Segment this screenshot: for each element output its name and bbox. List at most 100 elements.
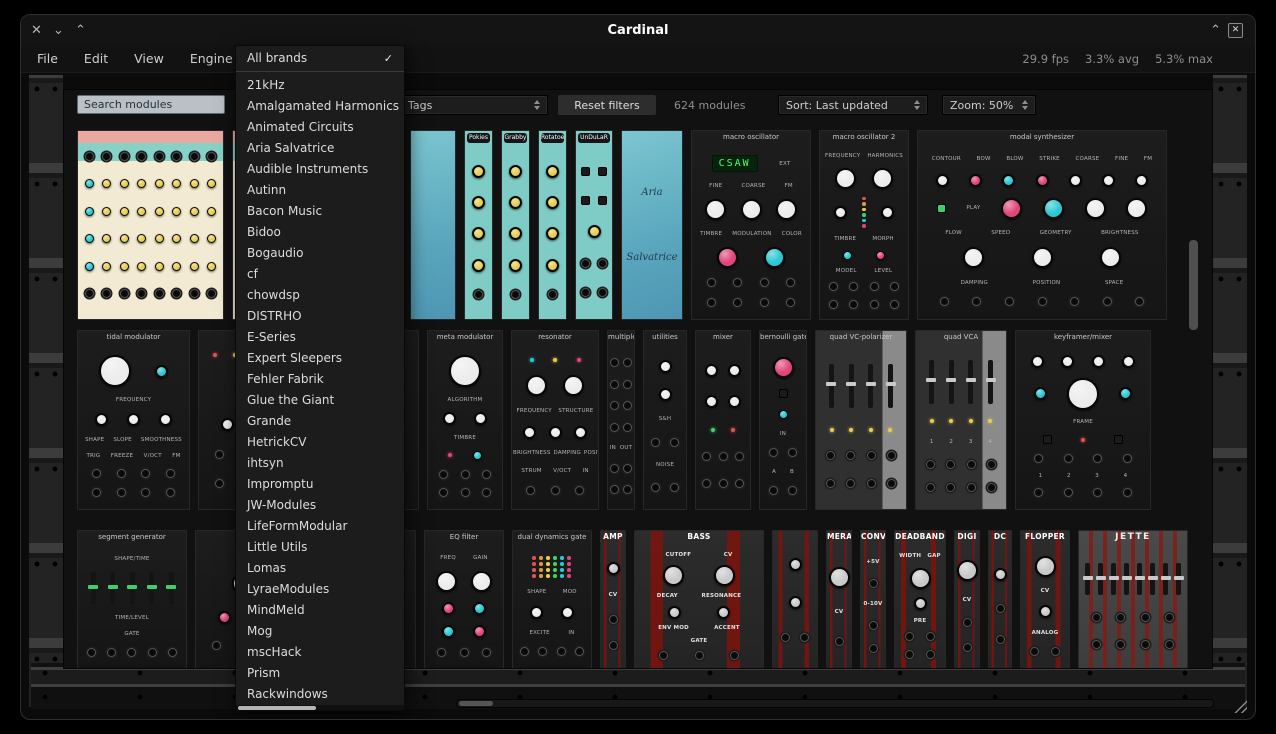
brand-menu-item[interactable]: Bacon Music	[236, 200, 404, 221]
brand-menu-item[interactable]: HetrickCV	[236, 431, 404, 452]
brand-menu-item[interactable]: DISTRHO	[236, 305, 404, 326]
menu-file[interactable]: File	[37, 51, 58, 66]
module-card[interactable]: JETTE	[1078, 530, 1188, 669]
module-title: quad VCA	[916, 331, 1006, 343]
tags-dropdown[interactable]: Tags	[400, 95, 548, 115]
brand-menu-item[interactable]: Expert Sleepers	[236, 347, 404, 368]
panel-label: EXT	[779, 161, 790, 167]
vertical-scrollbar-thumb[interactable]	[1189, 240, 1198, 330]
module-card[interactable]: resonatorFREQUENCYSTRUCTUREBRIGHTNESSDAM…	[511, 330, 599, 510]
lcd-display: CSAW	[712, 155, 758, 172]
panel-label: SPEED	[991, 230, 1010, 236]
brand-menu-item[interactable]: chowdsp	[236, 284, 404, 305]
port-jack	[707, 298, 716, 307]
slider	[888, 364, 893, 408]
module-card[interactable]: FLOPPERCVANALOG	[1020, 530, 1070, 669]
module-card[interactable]: bernoulli gateINAB	[759, 330, 807, 510]
brand-menu-item[interactable]: LifeFormModular	[236, 515, 404, 536]
window-close-icon[interactable]: ✕	[31, 15, 42, 45]
module-card[interactable]: meta modulatorALGORITHMTIMBRE	[427, 330, 503, 510]
silver-knob	[717, 606, 730, 619]
brand-menu-item[interactable]: Bogaudio	[236, 242, 404, 263]
brand-menu-item[interactable]: Audible Instruments	[236, 158, 404, 179]
led	[1081, 438, 1085, 442]
brand-menu-item[interactable]: E-Series	[236, 326, 404, 347]
module-card[interactable]: DC	[988, 530, 1012, 669]
panel-label: BRIGHTNESS	[1101, 230, 1139, 236]
brand-menu-item[interactable]: 21kHz	[236, 74, 404, 95]
sort-dropdown-label: Sort: Last updated	[786, 99, 888, 112]
module-card[interactable]: BASSCUTOFFCVDECAYRESONANCEENV MODACCENTG…	[634, 530, 764, 669]
module-card[interactable]: dual dynamics gateSHAPEMODEXCITEIN	[512, 530, 592, 669]
brand-menu-item[interactable]: Lomas	[236, 557, 404, 578]
brand-menu-item[interactable]: Amalgamated Harmonics	[236, 95, 404, 116]
menu-edit[interactable]: Edit	[84, 51, 108, 66]
zoom-dropdown[interactable]: Zoom: 50%	[942, 95, 1036, 115]
module-card[interactable]: DEADBANDWIDTHGAPPRE	[894, 530, 946, 669]
brand-menu-item[interactable]: Prism	[236, 662, 404, 683]
module-card[interactable]: AMPCV	[600, 530, 626, 669]
module-card[interactable]: segment generatorSHAPE/TIMETIME/LEVELGAT…	[77, 530, 187, 669]
port-jack	[609, 615, 618, 624]
module-card[interactable]: modal synthesizerCONTOURBOWBLOWSTRIKECOA…	[917, 130, 1167, 320]
brand-menu-item[interactable]: mscHack	[236, 641, 404, 662]
port-jack	[967, 460, 976, 469]
brand-menu-item[interactable]: Impromptu	[236, 473, 404, 494]
module-card[interactable]	[77, 130, 224, 320]
module-card[interactable]: EQ filterFREQGAIN	[424, 530, 504, 669]
menu-scrollbar-thumb[interactable]	[238, 706, 316, 710]
module-card[interactable]: UnDuLaR	[575, 130, 613, 320]
brand-menu-item[interactable]: cf	[236, 263, 404, 284]
brand-menu-item[interactable]: Fehler Fabrik	[236, 368, 404, 389]
brand-menu-item[interactable]: Grande	[236, 410, 404, 431]
module-card[interactable]: keyframer/mixerFRAME1234	[1015, 330, 1151, 510]
chevron-down-icon[interactable]: ⌄	[53, 15, 64, 45]
collapse-up-icon[interactable]: ⌃	[1210, 15, 1221, 45]
module-card[interactable]: quad VC-polarizer	[815, 330, 907, 510]
module-card[interactable]: macro oscillator 2FREQUENCYHARMONICSTIMB…	[819, 130, 909, 320]
brand-menu-item[interactable]: Little Utils	[236, 536, 404, 557]
port-jack	[610, 401, 619, 410]
module-card[interactable]: mixer	[695, 330, 751, 510]
port-jack	[835, 637, 844, 646]
horizontal-scrollbar-thumb[interactable]	[459, 701, 493, 706]
boxed-close-icon[interactable]: ✕	[1228, 15, 1243, 45]
brand-menu-item[interactable]: Animated Circuits	[236, 116, 404, 137]
horizontal-scrollbar-track[interactable]	[456, 699, 1214, 708]
module-card[interactable]	[772, 530, 818, 669]
module-card[interactable]: AriaSalvatrice	[621, 130, 683, 320]
brand-menu-item[interactable]: Glue the Giant	[236, 389, 404, 410]
brand-menu-item[interactable]: Mog	[236, 620, 404, 641]
module-card[interactable]: macro oscillatorCSAWEXTFINECOARSEFMTIMBR…	[691, 130, 811, 320]
menu-engine[interactable]: Engine	[190, 51, 233, 66]
module-control-row	[79, 413, 188, 426]
search-input[interactable]	[77, 95, 225, 114]
module-card[interactable]: quad VCA1234	[915, 330, 1007, 510]
module-card[interactable]	[410, 130, 456, 320]
panel-label: FINE	[1115, 156, 1128, 162]
brand-menu-item[interactable]: ihtsyn	[236, 452, 404, 473]
menu-scrollbar-track[interactable]	[236, 705, 404, 710]
module-control-row	[79, 179, 222, 188]
sort-dropdown[interactable]: Sort: Last updated	[778, 95, 928, 115]
brand-menu-item[interactable]: LyraeModules	[236, 578, 404, 599]
module-card[interactable]: DIGICV	[954, 530, 980, 669]
module-card[interactable]: Pokies	[464, 130, 493, 320]
reset-filters-button[interactable]: Reset filters	[558, 95, 656, 115]
brand-menu-selected-item[interactable]: All brands ✓	[236, 46, 404, 70]
brand-menu-item[interactable]: Bidoo	[236, 221, 404, 242]
chevron-up-icon[interactable]: ⌃	[75, 15, 86, 45]
brand-menu-item[interactable]: MindMeld	[236, 599, 404, 620]
brand-menu-item[interactable]: JW-Modules	[236, 494, 404, 515]
module-card[interactable]: Grabby	[501, 130, 530, 320]
module-card[interactable]: utilitiesS&HNOISE	[643, 330, 687, 510]
brand-menu-item[interactable]: Aria Salvatrice	[236, 137, 404, 158]
module-card[interactable]: CONV+5V0-10V	[860, 530, 886, 669]
module-card[interactable]: MERACV	[826, 530, 852, 669]
brand-menu-item[interactable]: Autinn	[236, 179, 404, 200]
module-card[interactable]: Rotatoes	[538, 130, 567, 320]
brand-menu-item[interactable]: Rackwindows	[236, 683, 404, 704]
module-card[interactable]: tidal modulatorFREQUENCYSHAPESLOPESMOOTH…	[77, 330, 190, 510]
menu-view[interactable]: View	[134, 51, 164, 66]
module-card[interactable]: multiplesINOUT	[607, 330, 635, 510]
